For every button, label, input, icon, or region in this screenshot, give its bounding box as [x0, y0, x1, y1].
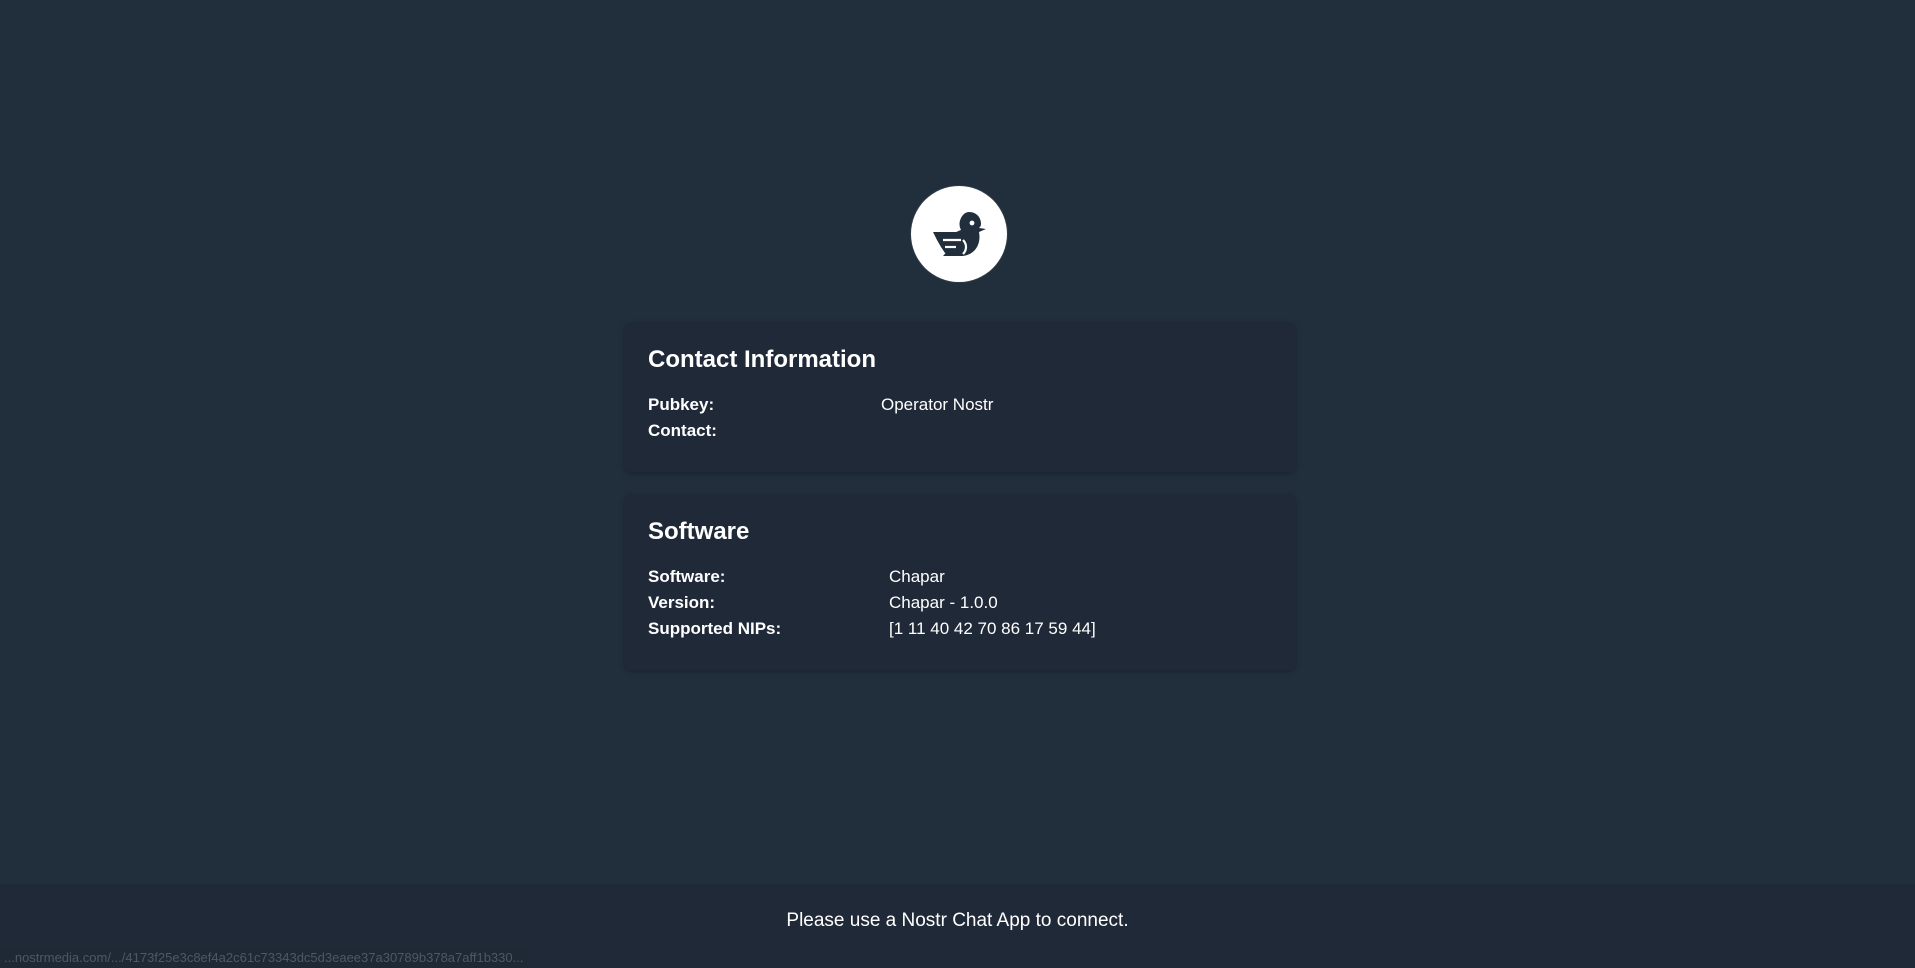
version-label: Version: — [648, 593, 716, 612]
software-title: Software — [648, 518, 750, 545]
software-value: Chapar — [889, 567, 945, 586]
status-bar-link-preview: ...nostrmedia.com/.../4173f25e3c8ef4a2c6… — [0, 947, 530, 968]
bird-icon — [933, 212, 986, 256]
software-rows: Software: Chapar Version: Chapar - 1.0.0… — [648, 564, 1272, 642]
contact-rows: Pubkey: Operator Nostr Contact: — [648, 392, 1272, 444]
version-row: Version: Chapar - 1.0.0 — [648, 590, 1272, 616]
footer-message: Please use a Nostr Chat App to connect. — [786, 910, 1129, 931]
contact-label: Contact: — [648, 421, 717, 440]
relay-logo — [911, 186, 1007, 282]
contact-row: Contact: — [648, 418, 1272, 444]
software-label: Software: — [648, 567, 726, 586]
supported-nips-label: Supported NIPs: — [648, 619, 782, 638]
supported-nips-value: [1 11 40 42 70 86 17 59 44] — [889, 619, 1096, 638]
version-value: Chapar - 1.0.0 — [889, 593, 998, 612]
relay-info-page: Contact Information Pubkey: Operator Nos… — [0, 0, 1915, 968]
pubkey-row: Pubkey: Operator Nostr — [648, 392, 1272, 418]
pubkey-label: Pubkey: — [648, 395, 715, 414]
contact-information-title: Contact Information — [648, 346, 876, 373]
software-name-row: Software: Chapar — [648, 564, 1272, 590]
software-card: Software Software: Chapar Version: Chapa… — [624, 494, 1296, 670]
supported-nips-row: Supported NIPs: [1 11 40 42 70 86 17 59 … — [648, 616, 1272, 642]
contact-information-card: Contact Information Pubkey: Operator Nos… — [624, 322, 1296, 472]
pubkey-value: Operator Nostr — [881, 395, 994, 414]
